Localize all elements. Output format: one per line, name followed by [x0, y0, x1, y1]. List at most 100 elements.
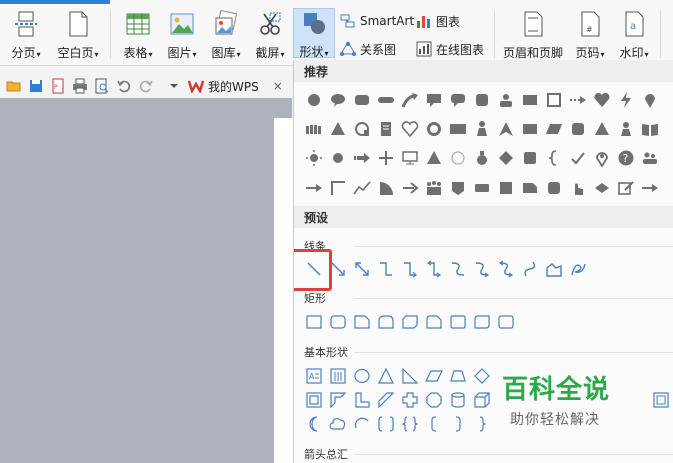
shape-team-icon[interactable] — [638, 146, 662, 170]
shape-parallelogram-icon[interactable] — [542, 117, 566, 141]
rect-shape-icon[interactable] — [302, 310, 326, 334]
triangle-shape-icon[interactable] — [374, 364, 398, 388]
snip-round-rect-icon[interactable] — [422, 310, 446, 334]
shape-sun-icon[interactable] — [302, 146, 326, 170]
picture-button[interactable]: 图片▾ — [162, 10, 202, 64]
shape-rounded-square-3-icon[interactable] — [518, 146, 542, 170]
half-frame-shape-icon[interactable] — [326, 388, 350, 412]
page-number-button[interactable]: # 页码▾ — [570, 10, 610, 64]
shape-plus-icon[interactable] — [374, 146, 398, 170]
round-same-side-rect-icon[interactable] — [446, 310, 470, 334]
undo-icon[interactable] — [116, 78, 132, 94]
plain-rect-icon[interactable] — [494, 310, 518, 334]
shapes-button[interactable]: 形状▾ — [293, 8, 335, 59]
screenshot-button[interactable]: 截屏▾ — [250, 10, 290, 64]
shape-arrow-right-2-icon[interactable] — [398, 176, 422, 200]
smartart-button[interactable]: SmartArt — [340, 12, 414, 30]
octagon-shape-icon[interactable] — [422, 388, 446, 412]
shape-people-icon[interactable] — [494, 88, 518, 112]
elbow-arrow-connector-icon[interactable] — [398, 257, 422, 281]
curved-double-arrow-icon[interactable] — [494, 257, 518, 281]
shape-square-icon[interactable] — [494, 176, 518, 200]
tab-close-icon[interactable]: × — [273, 79, 283, 93]
trapezoid-shape-icon[interactable] — [446, 364, 470, 388]
shape-oval-callout-icon[interactable] — [326, 88, 350, 112]
brace-pair-icon[interactable] — [398, 412, 422, 436]
document-page[interactable] — [274, 118, 294, 463]
blank-page-button[interactable]: 空白页▾ — [52, 10, 104, 64]
shape-rounded-rect-icon[interactable] — [350, 88, 374, 112]
cloud-shape-icon[interactable] — [326, 412, 350, 436]
shape-money-bag-icon[interactable] — [470, 146, 494, 170]
chevron-down-icon[interactable] — [166, 78, 182, 94]
shape-rect-2-icon[interactable] — [518, 117, 542, 141]
bracket-pair-icon[interactable] — [374, 412, 398, 436]
shape-curved-arrow-icon[interactable] — [398, 88, 422, 112]
shape-lightning-icon[interactable] — [614, 88, 638, 112]
right-bracket-icon[interactable] — [446, 412, 470, 436]
shape-crowd-icon[interactable] — [302, 117, 326, 141]
shape-arrow-right-3-icon[interactable] — [638, 176, 662, 200]
print-preview-icon[interactable] — [94, 78, 110, 94]
shape-brace-icon[interactable] — [542, 146, 566, 170]
cross-shape-icon[interactable] — [398, 388, 422, 412]
arc-shape-icon[interactable] — [350, 412, 374, 436]
right-triangle-shape-icon[interactable] — [398, 364, 422, 388]
text-box-shape-icon[interactable]: A — [302, 364, 326, 388]
page-break-button[interactable]: 分页▾ — [6, 10, 46, 64]
l-shape-icon[interactable] — [350, 388, 374, 412]
shape-circle-icon[interactable] — [326, 146, 350, 170]
shape-heart-icon[interactable] — [590, 88, 614, 112]
round-diagonal-rect-icon[interactable] — [470, 310, 494, 334]
shape-pin-icon[interactable] — [638, 88, 662, 112]
curved-arrow-connector-icon[interactable] — [470, 257, 494, 281]
shape-corner-icon[interactable] — [326, 176, 350, 200]
snip-corner-rect-icon[interactable] — [350, 310, 374, 334]
oval-shape-icon[interactable] — [350, 364, 374, 388]
curved-connector-icon[interactable] — [446, 257, 470, 281]
can-shape-icon[interactable] — [446, 388, 470, 412]
frame-shape-icon[interactable] — [302, 388, 326, 412]
scribble-icon[interactable] — [566, 257, 590, 281]
snip-diagonal-rect-icon[interactable] — [398, 310, 422, 334]
elbow-connector-icon[interactable] — [374, 257, 398, 281]
open-folder-icon[interactable] — [6, 78, 22, 94]
shape-rect-3-icon[interactable] — [470, 176, 494, 200]
shape-rect-callout-icon[interactable] — [422, 88, 446, 112]
shape-book-icon[interactable] — [638, 117, 662, 141]
print-icon[interactable] — [72, 78, 88, 94]
elbow-double-arrow-icon[interactable] — [422, 257, 446, 281]
tab-my-wps[interactable]: 我的WPS × — [188, 74, 292, 98]
header-footer-button[interactable]: 页眉和页脚 — [500, 10, 566, 64]
shape-striped-arrow-icon[interactable] — [350, 146, 374, 170]
shape-location-icon[interactable] — [590, 146, 614, 170]
shape-oval-icon[interactable] — [302, 88, 326, 112]
shape-heart-outline-icon[interactable] — [398, 117, 422, 141]
shape-hexagon-icon[interactable] — [590, 176, 614, 200]
shape-pentagon-icon[interactable] — [446, 176, 470, 200]
shape-circle-outline-icon[interactable] — [446, 146, 470, 170]
shape-person-icon[interactable] — [470, 117, 494, 141]
shape-square-outline-icon[interactable] — [542, 88, 566, 112]
shape-person-2-icon[interactable] — [614, 117, 638, 141]
shape-document-icon[interactable] — [374, 117, 398, 141]
bevel-shape-icon[interactable] — [649, 388, 673, 412]
parallelogram-shape-icon[interactable] — [422, 364, 446, 388]
save-icon[interactable] — [28, 78, 44, 94]
shape-snip-rect-icon[interactable] — [518, 176, 542, 200]
shape-rounded-square-2-icon[interactable] — [566, 117, 590, 141]
diagonal-stripe-icon[interactable] — [374, 388, 398, 412]
shape-triangle-2-icon[interactable] — [590, 117, 614, 141]
shape-rounded-square-4-icon[interactable] — [542, 176, 566, 200]
freeform-icon[interactable] — [542, 257, 566, 281]
shape-peak-icon[interactable] — [494, 117, 518, 141]
moon-shape-icon[interactable] — [302, 412, 326, 436]
shape-arrow-right-icon[interactable] — [302, 176, 326, 200]
redo-icon[interactable] — [138, 78, 154, 94]
shape-donut-icon[interactable] — [422, 117, 446, 141]
shape-rounded-square-icon[interactable] — [470, 88, 494, 112]
shape-quarter-circle-icon[interactable] — [374, 176, 398, 200]
shape-rect-icon[interactable] — [518, 88, 542, 112]
round-top-rect-icon[interactable] — [374, 310, 398, 334]
shape-flow-terminator-icon[interactable] — [374, 88, 398, 112]
